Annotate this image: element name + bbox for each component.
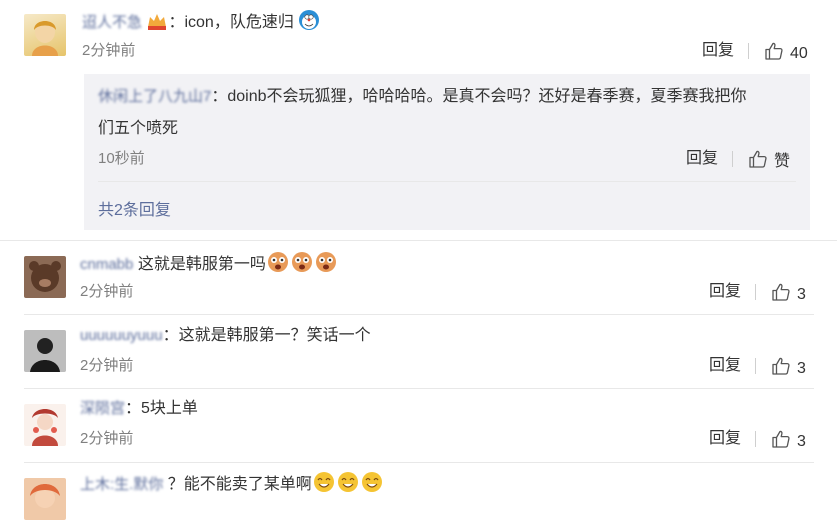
like-button[interactable]: 40: [764, 41, 808, 64]
username[interactable]: uuuuuuyuuu: [80, 327, 163, 344]
username[interactable]: 迢人不急: [82, 14, 142, 31]
comment-text: ？能不能卖了某单啊: [167, 476, 312, 493]
doraemon-emoji-icon: [298, 9, 320, 38]
timestamp: 2分钟前: [80, 283, 134, 300]
timestamp: 2分钟前: [80, 357, 134, 374]
like-label: 赞: [774, 153, 791, 170]
username[interactable]: 休闲上了八九山7: [98, 88, 211, 105]
scared-face-emoji-icon: [266, 251, 290, 280]
more-replies-link[interactable]: 共2条回复: [98, 196, 171, 220]
thumbs-up-icon: [771, 282, 791, 302]
like-count: 3: [797, 433, 806, 450]
thumbs-up-icon: [771, 356, 791, 376]
reply-button[interactable]: 回复: [709, 356, 741, 376]
separator: [732, 151, 733, 167]
like-button[interactable]: 赞: [748, 149, 790, 172]
avatar[interactable]: [24, 478, 66, 520]
reply-button[interactable]: 回复: [709, 282, 741, 302]
sub-reply-box: 休闲上了八九山7：doinb不会玩狐狸，哈哈哈哈。是真不会吗？还好是春季赛，夏季…: [84, 74, 810, 230]
like-count: 3: [797, 360, 806, 377]
reply-text-line-1: ：doinb不会玩狐狸，哈哈哈哈。是真不会吗？还好是春季赛，夏季赛我把你: [211, 88, 747, 105]
like-count: 3: [797, 286, 806, 303]
separator: [755, 284, 756, 300]
reply-button[interactable]: 回复: [686, 149, 718, 169]
separator: [755, 358, 756, 374]
avatar[interactable]: [24, 330, 66, 372]
username[interactable]: cnmabb: [80, 256, 133, 273]
thumbs-up-icon: [748, 149, 768, 169]
reply-text-line-2: 们五个喷死: [98, 120, 179, 137]
avatar[interactable]: [24, 256, 66, 298]
comment-text: 这就是韩服第一吗: [137, 256, 266, 273]
like-button[interactable]: 3: [771, 429, 806, 452]
username[interactable]: 深陨宫: [80, 400, 125, 417]
thumbs-up-icon: [764, 41, 784, 61]
comment-text: ：icon，队危速归: [168, 14, 294, 31]
like-button[interactable]: 3: [771, 356, 806, 379]
username[interactable]: 上木:生.默你: [80, 476, 163, 493]
divider: [0, 240, 837, 241]
reply-button[interactable]: 回复: [702, 41, 734, 61]
timestamp: 2分钟前: [80, 430, 134, 447]
avatar[interactable]: [24, 404, 66, 446]
reply-button[interactable]: 回复: [709, 429, 741, 449]
like-count: 40: [790, 45, 808, 62]
separator: [748, 43, 749, 59]
vip-badge-icon: [146, 11, 168, 38]
like-button[interactable]: 3: [771, 282, 806, 305]
smile-emoji-icon: [336, 471, 360, 500]
scared-face-emoji-icon: [290, 251, 314, 280]
smile-emoji-icon: [312, 471, 336, 500]
divider: [24, 314, 814, 315]
separator: [755, 431, 756, 447]
smile-emoji-icon: [360, 471, 384, 500]
divider: [24, 462, 814, 463]
scared-face-emoji-icon: [314, 251, 338, 280]
timestamp: 10秒前: [98, 150, 145, 167]
avatar[interactable]: [24, 14, 66, 56]
divider: [98, 181, 796, 182]
divider: [24, 388, 814, 389]
comment-text: ：5块上单: [125, 400, 198, 417]
comment-text: ：这就是韩服第一？笑话一个: [162, 327, 371, 344]
thumbs-up-icon: [771, 429, 791, 449]
timestamp: 2分钟前: [82, 42, 136, 59]
